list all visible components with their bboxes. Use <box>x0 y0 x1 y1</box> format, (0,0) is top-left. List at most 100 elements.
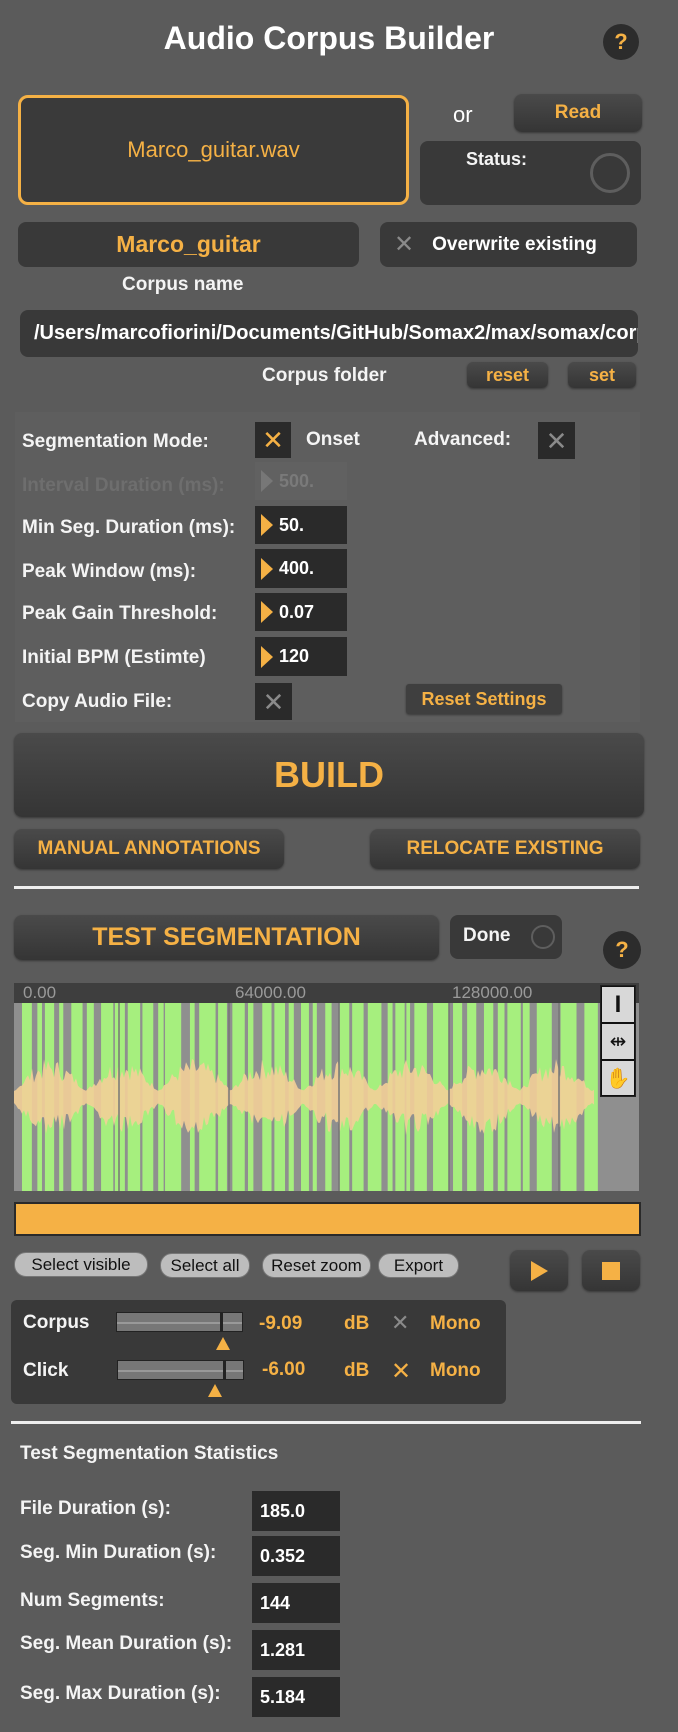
reset-zoom-button[interactable]: Reset zoom <box>262 1253 371 1278</box>
play-icon <box>530 1260 548 1281</box>
stop-button[interactable] <box>582 1250 640 1291</box>
file-duration-value: 185.0 <box>252 1491 340 1531</box>
click-mono-label: Mono <box>430 1360 481 1381</box>
stop-icon <box>602 1261 620 1280</box>
mixer-panel: Corpus -9.09 dB ✕ Mono Click -6.00 dB ✕ … <box>11 1300 506 1404</box>
relocate-existing-button[interactable]: RELOCATE EXISTING <box>370 829 640 869</box>
corpus-channel-label: Corpus <box>23 1312 90 1333</box>
seg-max-label: Seg. Max Duration (s): <box>20 1683 221 1704</box>
audio-file-drop[interactable]: Marco_guitar.wav <box>18 95 409 205</box>
corpus-mono-label: Mono <box>430 1313 481 1334</box>
peak-gain-value: 0.07 <box>279 601 315 622</box>
seg-min-label: Seg. Min Duration (s): <box>20 1542 217 1563</box>
click-db-unit: dB <box>344 1360 370 1381</box>
stats-title: Test Segmentation Statistics <box>20 1443 279 1464</box>
click-mono-checkbox[interactable]: ✕ <box>391 1357 411 1386</box>
status-label: Status: <box>466 149 528 169</box>
min-seg-arrow-icon <box>261 514 273 536</box>
copy-audio-checkbox[interactable]: ✕ <box>255 683 292 720</box>
bpm-label: Initial BPM (Estimte) <box>22 647 206 668</box>
status-panel: Status: <box>420 141 641 205</box>
select-all-button[interactable]: Select all <box>160 1253 250 1278</box>
waveform-display[interactable]: 0.00 64000.00 128000.00 I ⇹ ✋ <box>14 983 639 1191</box>
done-panel: Done <box>450 915 562 959</box>
segmentation-mode-label: Segmentation Mode: <box>22 431 209 452</box>
peak-window-value: 400. <box>279 558 315 578</box>
min-seg-input[interactable]: 50. <box>255 506 347 544</box>
seg-mean-label: Seg. Mean Duration (s): <box>20 1633 233 1654</box>
corpus-mono-checkbox[interactable]: ✕ <box>391 1310 409 1336</box>
select-tool-icon[interactable]: I <box>601 986 635 1023</box>
divider <box>14 886 639 889</box>
file-duration-label: File Duration (s): <box>20 1498 171 1519</box>
seg-mean-value: 1.281 <box>252 1630 340 1670</box>
interval-duration-label: Interval Duration (ms): <box>22 475 225 496</box>
peak-gain-input[interactable]: 0.07 <box>255 593 347 631</box>
corpus-folder-path-text: /Users/marcofiorini/Documents/GitHub/Som… <box>34 322 638 344</box>
waveform-ruler <box>14 983 639 1003</box>
reset-settings-button[interactable]: Reset Settings <box>406 684 562 714</box>
corpus-gain-slider[interactable] <box>116 1312 243 1332</box>
click-db-value: -6.00 <box>262 1359 306 1380</box>
segmentation-mode-checkbox[interactable]: ✕ <box>255 422 291 458</box>
click-channel-label: Click <box>23 1360 69 1381</box>
seg-min-value: 0.352 <box>252 1536 340 1576</box>
ruler-tick: 64000.00 <box>235 983 306 1002</box>
bpm-input[interactable]: 120 <box>255 637 347 676</box>
peak-gain-arrow-icon <box>261 601 273 623</box>
interval-duration-value: 500. <box>279 470 315 491</box>
peak-window-input[interactable]: 400. <box>255 549 347 588</box>
num-segments-label: Num Segments: <box>20 1590 165 1611</box>
click-gain-marker-icon <box>208 1384 222 1397</box>
status-indicator <box>590 153 630 193</box>
advanced-label: Advanced: <box>414 429 512 450</box>
or-label: or <box>453 102 473 127</box>
manual-annotations-button[interactable]: MANUAL ANNOTATIONS <box>14 829 284 869</box>
overwrite-checkbox-icon[interactable]: ✕ <box>394 230 414 259</box>
corpus-folder-label: Corpus folder <box>262 365 387 386</box>
corpus-name-field[interactable]: Marco_guitar <box>18 222 359 267</box>
bpm-value: 120 <box>279 646 310 666</box>
corpus-name-value: Marco_guitar <box>116 231 261 257</box>
waveform-tool-palette: I ⇹ ✋ <box>600 985 636 1097</box>
peak-window-label: Peak Window (ms): <box>22 561 197 582</box>
audio-file-name: Marco_guitar.wav <box>127 137 300 162</box>
hand-tool-icon[interactable]: ✋ <box>601 1060 635 1096</box>
test-segmentation-button[interactable]: TEST SEGMENTATION <box>14 915 439 960</box>
corpus-folder-path[interactable]: /Users/marcofiorini/Documents/GitHub/Som… <box>20 310 638 357</box>
zoom-tool-icon[interactable]: ⇹ <box>601 1023 635 1060</box>
click-gain-slider[interactable] <box>117 1360 244 1380</box>
build-button[interactable]: BUILD <box>14 733 644 817</box>
divider <box>11 1421 641 1424</box>
waveform-svg <box>14 1003 598 1191</box>
overwrite-label: Overwrite existing <box>432 233 597 255</box>
min-seg-value: 50. <box>279 514 305 535</box>
corpus-name-label: Corpus name <box>122 274 244 295</box>
page-title: Audio Corpus Builder <box>163 20 495 56</box>
read-button[interactable]: Read <box>514 94 642 132</box>
export-button[interactable]: Export <box>378 1253 459 1278</box>
corpus-db-value: -9.09 <box>259 1313 303 1334</box>
peak-window-arrow-icon <box>261 557 273 580</box>
done-label: Done <box>463 925 511 946</box>
ruler-tick: 0.00 <box>23 983 57 1002</box>
bpm-arrow-icon <box>261 645 273 668</box>
min-seg-label: Min Seg. Duration (ms): <box>22 517 236 538</box>
test-help-button[interactable]: ? <box>603 931 641 969</box>
select-visible-button[interactable]: Select visible <box>14 1252 148 1277</box>
interval-duration-input[interactable]: 500. <box>255 462 347 500</box>
corpus-db-unit: dB <box>344 1313 370 1334</box>
peak-gain-label: Peak Gain Threshold: <box>22 603 218 624</box>
play-button[interactable] <box>510 1250 568 1291</box>
folder-reset-button[interactable]: reset <box>467 362 548 388</box>
help-button[interactable]: ? <box>603 24 639 60</box>
advanced-checkbox[interactable]: ✕ <box>538 422 575 459</box>
segmentation-mode-value: Onset <box>306 429 360 450</box>
copy-audio-label: Copy Audio File: <box>22 691 173 712</box>
folder-set-button[interactable]: set <box>568 362 636 388</box>
waveform-overview-bar[interactable] <box>14 1202 641 1236</box>
overwrite-toggle[interactable]: ✕ Overwrite existing <box>380 222 637 267</box>
interval-arrow-icon <box>261 470 273 492</box>
done-indicator <box>531 925 555 949</box>
seg-max-value: 5.184 <box>252 1677 340 1717</box>
